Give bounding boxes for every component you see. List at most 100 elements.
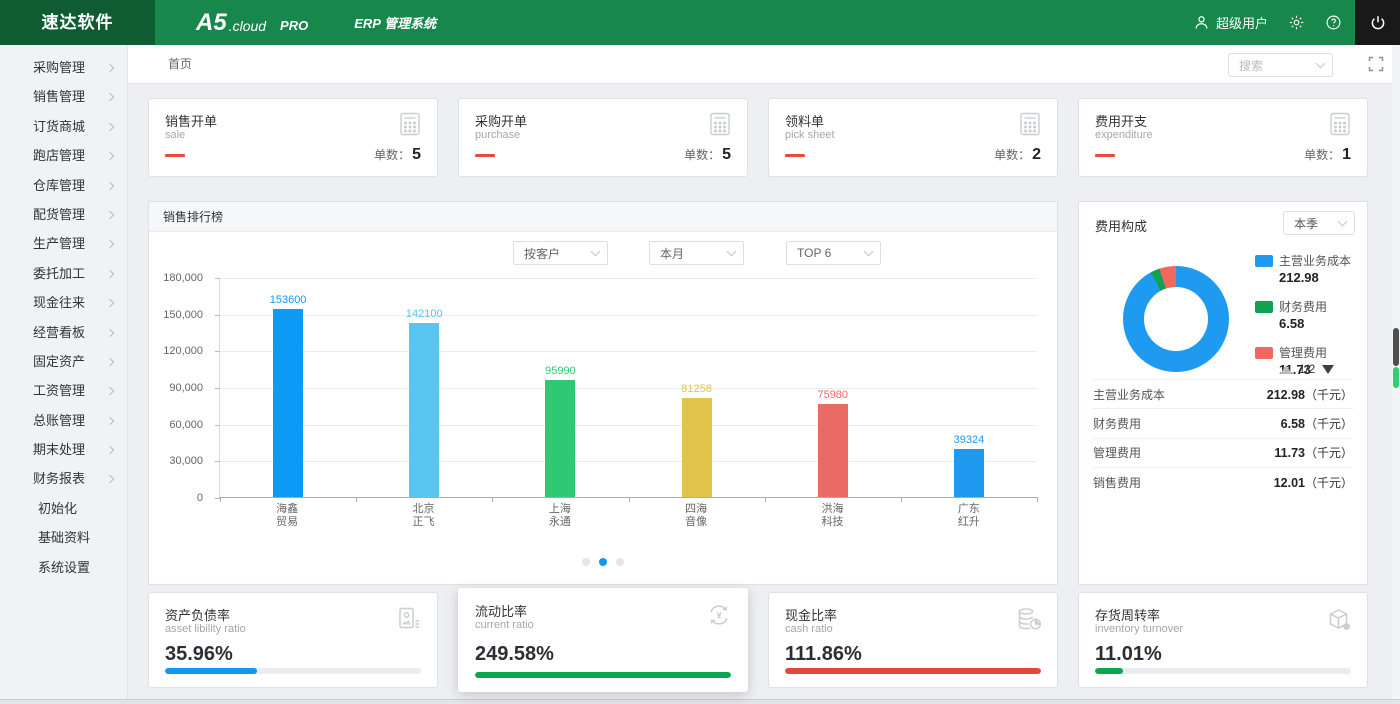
sidebar-item-order-mall[interactable]: 订货商城: [0, 112, 127, 141]
sidebar-item-period-end[interactable]: 期末处理: [0, 435, 127, 464]
sidebar-item-outsourcing[interactable]: 委托加工: [0, 259, 127, 288]
filter-period[interactable]: 本月: [649, 241, 744, 265]
brand-name: A5: [196, 9, 227, 37]
legend-value: 6.58: [1279, 316, 1351, 331]
sidebar-item-base-data[interactable]: 基础资料: [0, 523, 127, 552]
bar-value-label: 142100: [406, 308, 443, 320]
ratio-card-current-ratio[interactable]: 流动比率 current ratio ¥ 249.58%: [458, 588, 748, 692]
sidebar-item-settings[interactable]: 系统设置: [0, 553, 127, 582]
y-axis-label: 30,000: [169, 455, 203, 467]
chevron-right-icon: [106, 387, 114, 395]
carousel-dot-1[interactable]: [599, 558, 607, 566]
card-title: 费用开支: [1095, 111, 1147, 130]
filter-by-customer[interactable]: 按客户: [513, 241, 608, 265]
bar-value-label: 81258: [681, 383, 712, 395]
legend-item-1: 财务费用6.58: [1255, 298, 1351, 331]
sidebar-item-label: 期末处理: [33, 442, 85, 457]
app-header: 速达软件 A5 .cloud PRO ERP 管理系统 超级用户: [0, 0, 1400, 45]
legend-label: 管理费用: [1279, 344, 1327, 361]
y-axis-label: 60,000: [169, 419, 203, 431]
sidebar-item-cash[interactable]: 现金往来: [0, 288, 127, 317]
expense-composition-panel: 费用构成 本季 主营业务成本212.98财务费用6.58管理费用11.73 1/…: [1078, 201, 1368, 585]
tab-home[interactable]: 首页: [168, 45, 192, 84]
power-icon: [1369, 14, 1387, 32]
pager-up-icon[interactable]: [1280, 365, 1292, 374]
card-subtitle: pick sheet: [785, 129, 835, 141]
donut-legend: 主营业务成本212.98财务费用6.58管理费用11.73: [1255, 252, 1351, 377]
bar-1[interactable]: 142100: [409, 323, 439, 497]
sidebar-item-fin-reports[interactable]: 财务报表: [0, 464, 127, 493]
count-value: 2: [1032, 146, 1041, 163]
donut-chart: [1123, 266, 1229, 372]
app-logo[interactable]: 速达软件: [0, 0, 155, 45]
scrollbar-thumb[interactable]: [1393, 328, 1399, 366]
sidebar-item-purchase[interactable]: 采购管理: [0, 53, 127, 82]
sidebar-item-warehouse[interactable]: 仓库管理: [0, 171, 127, 200]
bar-chart-yaxis: 030,00060,00090,000120,000150,000180,000: [149, 278, 211, 498]
filter-top-n[interactable]: TOP 6: [786, 241, 881, 265]
logout-button[interactable]: [1355, 0, 1400, 45]
help-icon[interactable]: [1325, 14, 1342, 31]
period-select[interactable]: 本季: [1283, 211, 1355, 235]
card-subtitle: asset libility ratio: [165, 623, 246, 635]
inventory-box-icon: [1325, 605, 1353, 633]
card-title: 资产负债率: [165, 605, 230, 624]
sidebar-item-distribution[interactable]: 配货管理: [0, 200, 127, 229]
user-menu[interactable]: 超级用户: [1193, 13, 1268, 32]
y-axis-label: 120,000: [163, 345, 203, 357]
y-axis-label: 0: [197, 492, 203, 504]
stat-card-expenditure[interactable]: 费用开支 expenditure 单数：1: [1078, 98, 1368, 177]
expense-row-0: 主营业务成本212.98（千元）: [1093, 379, 1353, 408]
bar-3[interactable]: 81258: [682, 398, 712, 497]
card-title: 存货周转率: [1095, 605, 1160, 624]
ratio-value: 11.01%: [1095, 643, 1162, 666]
sidebar-item-sales[interactable]: 销售管理: [0, 82, 127, 111]
gear-icon[interactable]: [1288, 14, 1305, 31]
carousel-dot-0[interactable]: [582, 558, 590, 566]
ratio-card-asset-liability[interactable]: 资产负债率 asset libility ratio 35.96%: [148, 592, 438, 688]
progress-track: [165, 668, 421, 674]
legend-row: 主营业务成本: [1255, 252, 1351, 269]
ratio-card-cash-ratio[interactable]: 现金比率 cash ratio 111.86%: [768, 592, 1058, 688]
bar-2[interactable]: 95990: [545, 380, 575, 497]
chevron-down-icon: [864, 246, 874, 256]
dash-marker: [785, 154, 805, 157]
sidebar-item-shop-visit[interactable]: 跑店管理: [0, 141, 127, 170]
stat-card-pick-sheet[interactable]: 领料单 pick sheet 单数：2: [768, 98, 1058, 177]
gridline: [220, 315, 1037, 316]
donut-hole: [1144, 287, 1208, 351]
carousel-dot-2[interactable]: [616, 558, 624, 566]
legend-swatch: [1255, 255, 1273, 267]
bar-5[interactable]: 39324: [954, 449, 984, 497]
pager-down-icon[interactable]: [1322, 365, 1334, 374]
bar-chart-xlabels: 海鑫贸易北京正飞上海永通四海音像洪海科技广东红升: [219, 503, 1037, 533]
stat-card-purchase-billing[interactable]: 采购开单 purchase 单数：5: [458, 98, 748, 177]
sidebar-item-production[interactable]: 生产管理: [0, 229, 127, 258]
card-subtitle: cash ratio: [785, 623, 833, 635]
sidebar-item-label: 订货商城: [33, 119, 85, 134]
sidebar-item-init[interactable]: 初始化: [0, 494, 127, 523]
fullscreen-icon[interactable]: [1368, 56, 1384, 72]
search-input[interactable]: 搜索: [1228, 53, 1333, 77]
progress-fill: [1095, 668, 1123, 674]
ratio-value: 249.58%: [475, 643, 554, 666]
sidebar-item-fixed-assets[interactable]: 固定资产: [0, 347, 127, 376]
bar-4[interactable]: 75980: [818, 404, 848, 497]
x-tick: [765, 497, 766, 502]
bar-0[interactable]: 153600: [273, 309, 303, 497]
sidebar-item-payroll[interactable]: 工资管理: [0, 376, 127, 405]
sidebar-item-label: 跑店管理: [33, 148, 85, 163]
ratio-card-inventory-turnover[interactable]: 存货周转率 inventory turnover 11.01%: [1078, 592, 1368, 688]
stat-card-sales-billing[interactable]: 销售开单 sale 单数：5: [148, 98, 438, 177]
pager-text: 1/2: [1299, 362, 1316, 376]
chevron-right-icon: [106, 299, 114, 307]
sidebar-item-ledger[interactable]: 总账管理: [0, 406, 127, 435]
sidebar-item-dashboard[interactable]: 经营看板: [0, 318, 127, 347]
scrollbar[interactable]: [1392, 45, 1400, 699]
count-field: 单数：5: [374, 146, 421, 164]
calculator-icon: [1017, 111, 1043, 137]
progress-track: [785, 668, 1041, 674]
sidebar-item-label: 配货管理: [33, 207, 85, 222]
expense-rows: 主营业务成本212.98（千元）财务费用6.58（千元）管理费用11.73（千元…: [1093, 379, 1353, 497]
card-title: 流动比率: [475, 601, 527, 620]
